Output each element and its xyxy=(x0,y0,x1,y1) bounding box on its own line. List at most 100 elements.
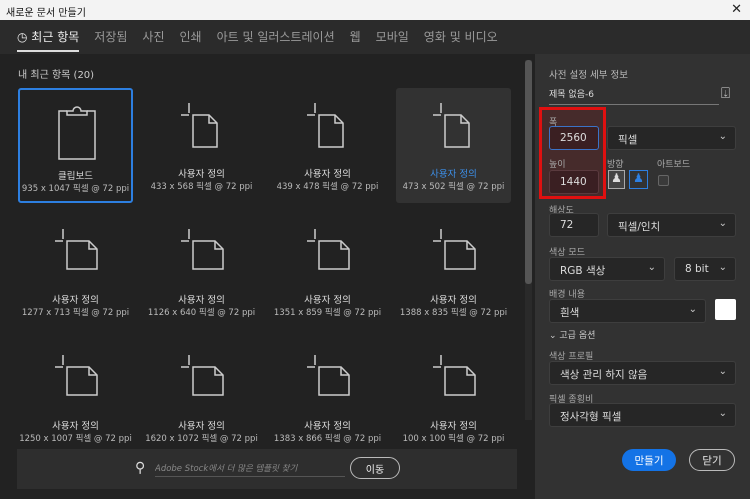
clock-icon: ◷ xyxy=(17,30,32,44)
document-name-input[interactable]: 제목 없음-6 xyxy=(549,87,719,105)
tab-4[interactable]: 아트 및 일러스트레이션 xyxy=(217,20,335,54)
section-heading: 내 최근 항목 (20) xyxy=(18,66,94,81)
preset-details-panel: 사전 설정 세부 정보 제목 없음-6 ⍗ 폭 2560 픽셀 ⌄ 높이 1440… xyxy=(535,54,750,499)
chevron-down-icon: ⌄ xyxy=(718,218,727,229)
tab-7[interactable]: 영화 및 비디오 xyxy=(424,20,498,54)
window-title: 새로운 문서 만들기 xyxy=(6,8,86,19)
item-name: 사용자 정의 xyxy=(52,421,99,432)
recent-item[interactable]: 사용자 정의 1620 x 1072 픽셀 @ 72 ppi xyxy=(144,340,259,455)
scrollbar[interactable] xyxy=(525,60,532,420)
close-icon[interactable]: ✕ xyxy=(731,2,742,17)
section-title: 내 최근 항목 xyxy=(18,70,71,81)
item-dimensions: 1126 x 640 픽셀 @ 72 ppi xyxy=(147,308,256,318)
item-name: 사용자 정의 xyxy=(430,421,477,432)
recent-item[interactable]: 사용자 정의 473 x 502 픽셀 @ 72 ppi xyxy=(396,88,511,203)
item-dimensions: 100 x 100 픽셀 @ 72 ppi xyxy=(402,434,505,444)
item-dimensions: 1277 x 713 픽셀 @ 72 ppi xyxy=(21,308,130,318)
panel-heading: 사전 설정 세부 정보 xyxy=(549,70,628,81)
recent-item[interactable]: 사용자 정의 100 x 100 픽셀 @ 72 ppi xyxy=(396,340,511,455)
height-input[interactable]: 1440 xyxy=(549,170,599,194)
search-icon: ⚲ xyxy=(135,460,146,476)
recent-item[interactable]: 사용자 정의 433 x 568 픽셀 @ 72 ppi xyxy=(144,88,259,203)
unit-select[interactable]: 픽셀 ⌄ xyxy=(607,126,736,150)
item-dimensions: 1388 x 835 픽셀 @ 72 ppi xyxy=(399,308,508,318)
tab-0[interactable]: ◷ 최근 항목 xyxy=(17,20,80,54)
item-dimensions: 433 x 568 픽셀 @ 72 ppi xyxy=(150,182,253,192)
item-name: 사용자 정의 xyxy=(178,295,225,306)
chevron-down-icon: ⌄ xyxy=(718,262,727,273)
item-name: 사용자 정의 xyxy=(430,295,477,306)
recent-item[interactable]: 사용자 정의 1383 x 866 픽셀 @ 72 ppi xyxy=(270,340,385,455)
background-value: 흰색 xyxy=(560,307,580,319)
artboard-checkbox[interactable] xyxy=(658,175,669,186)
tab-label: 인쇄 xyxy=(179,30,202,44)
bit-depth-select[interactable]: 8 bit ⌄ xyxy=(674,257,736,281)
category-tabs: ◷ 최근 항목 저장됨 사진 인쇄 아트 및 일러스트레이션 웹 모바일 영화 및 비디오 xyxy=(0,20,750,54)
item-name: 사용자 정의 xyxy=(304,169,351,180)
tab-label: 저장됨 xyxy=(94,30,128,44)
color-mode-select[interactable]: RGB 색상 ⌄ xyxy=(549,257,665,281)
width-input[interactable]: 2560 xyxy=(549,126,599,150)
chevron-down-icon: ⌄ xyxy=(718,366,727,377)
pixel-aspect-select[interactable]: 정사각형 픽셀 ⌄ xyxy=(549,403,736,427)
item-dimensions: 1383 x 866 픽셀 @ 72 ppi xyxy=(273,434,382,444)
resolution-unit-select[interactable]: 픽셀/인치 ⌄ xyxy=(607,213,736,237)
tab-3[interactable]: 인쇄 xyxy=(180,20,202,54)
item-name: 사용자 정의 xyxy=(178,421,225,432)
recent-item[interactable]: 사용자 정의 1388 x 835 픽셀 @ 72 ppi xyxy=(396,214,511,329)
height-label: 높이 xyxy=(549,160,566,170)
item-count: (20) xyxy=(73,70,95,81)
advanced-options-label: 고급 옵션 xyxy=(559,331,596,341)
background-select[interactable]: 흰색 ⌄ xyxy=(549,299,706,323)
stock-search-input[interactable] xyxy=(155,461,345,477)
item-dimensions: 1620 x 1072 픽셀 @ 72 ppi xyxy=(145,434,258,444)
chevron-down-icon: ⌄ xyxy=(718,131,727,142)
unit-value: 픽셀 xyxy=(618,134,638,146)
item-dimensions: 935 x 1047 픽셀 @ 72 ppi xyxy=(21,184,130,194)
color-profile-select[interactable]: 색상 관리 하지 않음 ⌄ xyxy=(549,361,736,385)
recent-item[interactable]: 사용자 정의 1351 x 859 픽셀 @ 72 ppi xyxy=(270,214,385,329)
recent-panel: 내 최근 항목 (20) 클립보드 935 x 1047 픽셀 @ 72 ppi 사… xyxy=(0,54,535,499)
pixel-aspect-value: 정사각형 픽셀 xyxy=(560,411,622,423)
background-color-swatch[interactable] xyxy=(715,299,736,320)
create-button[interactable]: 만들기 xyxy=(622,449,676,471)
advanced-options-toggle[interactable]: ⌄ 고급 옵션 xyxy=(549,328,595,341)
scrollbar-thumb[interactable] xyxy=(525,60,532,284)
item-dimensions: 439 x 478 픽셀 @ 72 ppi xyxy=(276,182,379,192)
portrait-button[interactable]: ♟ xyxy=(608,170,625,189)
chevron-down-icon: ⌄ xyxy=(688,304,697,315)
tab-label: 최근 항목 xyxy=(31,30,80,44)
tab-5[interactable]: 웹 xyxy=(350,20,361,54)
resolution-input[interactable]: 72 xyxy=(549,213,599,237)
recent-item[interactable]: 사용자 정의 1250 x 1007 픽셀 @ 72 ppi xyxy=(18,340,133,455)
tab-2[interactable]: 사진 xyxy=(142,20,164,54)
tab-label: 아트 및 일러스트레이션 xyxy=(216,30,335,44)
artboard-label: 아트보드 xyxy=(657,160,691,170)
recent-item[interactable]: 사용자 정의 1277 x 713 픽셀 @ 72 ppi xyxy=(18,214,133,329)
stock-search-bar: ⚲ 이동 xyxy=(17,449,517,489)
go-button[interactable]: 이동 xyxy=(350,457,400,479)
item-name: 사용자 정의 xyxy=(52,295,99,306)
item-dimensions: 473 x 502 픽셀 @ 72 ppi xyxy=(402,182,505,192)
item-name: 사용자 정의 xyxy=(304,421,351,432)
tab-6[interactable]: 모바일 xyxy=(376,20,409,54)
recent-item[interactable]: 사용자 정의 439 x 478 픽셀 @ 72 ppi xyxy=(270,88,385,203)
chevron-down-icon: ⌄ xyxy=(647,262,656,273)
save-preset-icon[interactable]: ⍗ xyxy=(721,84,730,102)
tab-label: 영화 및 비디오 xyxy=(423,30,498,44)
close-button[interactable]: 닫기 xyxy=(689,449,735,471)
recent-item[interactable]: 사용자 정의 1126 x 640 픽셀 @ 72 ppi xyxy=(144,214,259,329)
tab-label: 모바일 xyxy=(375,30,409,44)
chevron-down-icon: ⌄ xyxy=(718,408,727,419)
landscape-button[interactable]: ♟ xyxy=(629,170,648,189)
item-name: 사용자 정의 xyxy=(304,295,351,306)
orientation-label: 방향 xyxy=(607,160,624,170)
item-name: 사용자 정의 xyxy=(430,169,477,180)
recent-item[interactable]: 클립보드 935 x 1047 픽셀 @ 72 ppi xyxy=(18,88,133,203)
color-mode-value: RGB 색상 xyxy=(560,265,606,277)
resolution-unit-value: 픽셀/인치 xyxy=(618,221,661,233)
item-name: 클립보드 xyxy=(58,171,93,182)
tab-1[interactable]: 저장됨 xyxy=(94,20,127,54)
bit-depth-value: 8 bit xyxy=(685,263,709,275)
item-name: 사용자 정의 xyxy=(178,169,225,180)
